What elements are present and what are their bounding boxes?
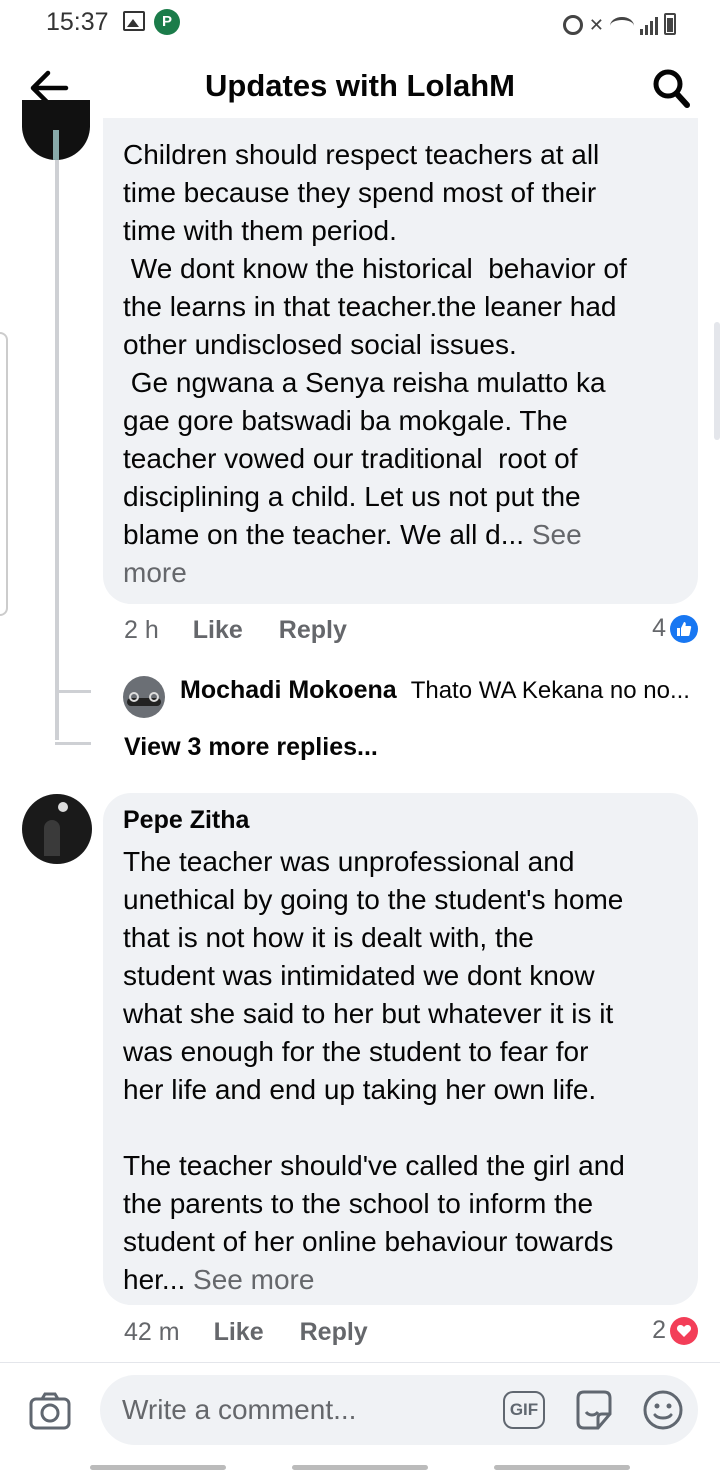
- thread-line: [55, 160, 59, 740]
- signal-icon: [640, 15, 658, 35]
- comment-actions: 2 h Like Reply: [124, 616, 347, 645]
- nav-home-button[interactable]: [292, 1465, 428, 1470]
- see-more-link[interactable]: See more: [193, 1264, 314, 1295]
- wifi-icon: [610, 17, 634, 35]
- like-button[interactable]: Like: [193, 616, 243, 645]
- reaction-count: 4: [652, 614, 666, 642]
- reply-button[interactable]: Reply: [279, 616, 347, 645]
- comment-time: 2 h: [124, 616, 159, 644]
- comment-author[interactable]: Pepe Zitha: [123, 805, 678, 835]
- avatar[interactable]: [22, 794, 92, 864]
- reaction-count: 2: [652, 1316, 666, 1344]
- camera-icon[interactable]: [28, 1389, 72, 1433]
- mute-icon: ✕: [588, 15, 604, 35]
- emoji-icon[interactable]: [642, 1389, 684, 1431]
- nav-recent-button[interactable]: [90, 1465, 226, 1470]
- side-scroll-indicator: [0, 332, 8, 616]
- reply-author[interactable]: Mochadi Mokoena: [180, 676, 397, 705]
- thread-branch: [55, 742, 91, 745]
- like-button[interactable]: Like: [214, 1318, 264, 1347]
- comment-bubble[interactable]: Pepe Zitha The teacher was unprofessiona…: [103, 793, 698, 1305]
- alarm-icon: [562, 15, 583, 35]
- avatar[interactable]: [22, 100, 90, 160]
- comment-time: 42 m: [124, 1318, 180, 1346]
- love-reaction-icon: [670, 1316, 698, 1345]
- scrollbar-thumb[interactable]: [714, 322, 720, 440]
- comment-text: The teacher was unprofessional and uneth…: [123, 843, 678, 1299]
- comment-actions: 42 m Like Reply: [124, 1318, 368, 1347]
- nav-back-button[interactable]: [494, 1465, 630, 1470]
- view-more-replies-link[interactable]: View 3 more replies...: [124, 733, 378, 762]
- comment-body: Children should respect teachers at all …: [123, 139, 627, 550]
- system-nav-bar: [0, 1450, 720, 1480]
- avatar[interactable]: [123, 676, 165, 718]
- comment-body: The teacher was unprofessional and uneth…: [123, 846, 625, 1295]
- reply-snippet: Thato WA Kekana no no...: [410, 676, 690, 704]
- app-notification-icon: P: [154, 9, 180, 35]
- reply-button[interactable]: Reply: [300, 1318, 368, 1347]
- battery-icon: [664, 13, 676, 35]
- reply-preview[interactable]: Mochadi Mokoena Thato WA Kekana no no...: [180, 676, 700, 705]
- status-bar: 15:37 P ✕: [0, 0, 720, 46]
- status-time: 15:37: [46, 8, 109, 36]
- like-reaction-icon: [670, 614, 698, 643]
- reaction-summary[interactable]: 2: [652, 1316, 698, 1345]
- sticker-icon[interactable]: [572, 1388, 616, 1432]
- thread-branch: [55, 690, 91, 693]
- comment-text: Children should respect teachers at all …: [123, 136, 678, 592]
- gif-icon[interactable]: GIF: [503, 1391, 545, 1429]
- status-icons: ✕: [562, 9, 676, 35]
- search-icon[interactable]: [652, 68, 690, 108]
- gallery-icon: [123, 11, 145, 31]
- reaction-summary[interactable]: 4: [652, 614, 698, 643]
- comment-bubble[interactable]: Children should respect teachers at all …: [103, 118, 698, 604]
- page-title: Updates with LolahM: [205, 68, 515, 103]
